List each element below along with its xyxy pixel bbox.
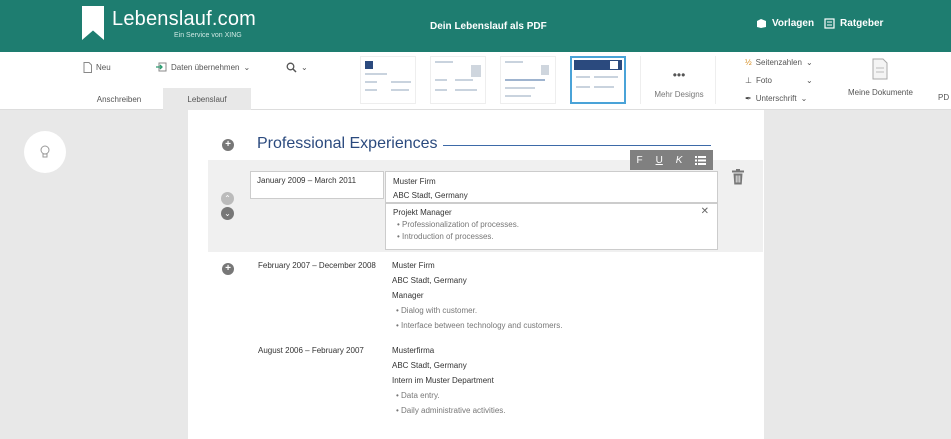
import-icon <box>156 62 167 72</box>
document-icon <box>83 62 92 73</box>
photo-icon: ⊥ <box>745 76 752 85</box>
document-tabs: Anschreiben Lebenslauf <box>75 88 251 110</box>
tips-button[interactable] <box>24 131 66 173</box>
entry-location: ABC Stadt, Germany <box>392 276 467 285</box>
template-thumbnail-1[interactable] <box>360 56 416 104</box>
entry-company: Muster Firm <box>393 177 436 186</box>
photo-dropdown[interactable]: ⊥ Foto ⌄ <box>745 76 813 85</box>
pdf-button[interactable]: PD <box>938 93 949 102</box>
signature-dropdown[interactable]: ✒ Unterschrift ⌄ <box>745 94 807 103</box>
page-numbers-label: Seitenzahlen <box>755 58 802 67</box>
entry-role: Manager <box>392 291 424 300</box>
entry-role: Intern im Muster Department <box>392 376 494 385</box>
entry-bullet: • Daily administrative activities. <box>396 406 506 415</box>
import-data-dropdown[interactable]: Daten übernehmen ⌄ <box>156 62 250 72</box>
pdf-label: PD <box>938 93 950 102</box>
entry-role-field[interactable]: Projekt Manager • Professionalization of… <box>385 203 718 250</box>
chevron-down-icon: ⌄ <box>805 76 813 85</box>
entry-location: ABC Stadt, Germany <box>392 361 467 370</box>
my-documents-button[interactable]: Meine Dokumente <box>848 58 913 97</box>
list-icon[interactable] <box>695 155 707 165</box>
logo-text: Lebenslauf.com <box>112 8 257 30</box>
signature-label: Unterschrift <box>755 94 797 103</box>
header-title: Dein Lebenslauf als PDF <box>430 21 547 32</box>
tab-lebenslauf[interactable]: Lebenslauf <box>163 88 251 110</box>
zoom-icon <box>286 62 297 73</box>
chevron-up-icon: ⌃ <box>224 194 231 203</box>
lightbulb-icon <box>40 145 50 158</box>
nav-ratgeber-label: Ratgeber <box>840 18 884 29</box>
entry-body[interactable]: Muster Firm ABC Stadt, Germany Manager •… <box>392 258 712 333</box>
entry-bullet: • Data entry. <box>396 391 440 400</box>
underline-button[interactable]: U <box>656 155 663 166</box>
move-up-button[interactable]: ⌃ <box>221 192 234 205</box>
header-nav: Vorlagen Ratgeber <box>756 18 883 29</box>
template-thumbnail-4-selected[interactable] <box>570 56 626 104</box>
section-title[interactable]: Professional Experiences <box>257 135 438 153</box>
entry-location: ABC Stadt, Germany <box>393 191 468 200</box>
new-label: Neu <box>96 63 111 72</box>
entry-date[interactable]: February 2007 – December 2008 <box>258 258 383 273</box>
page-numbers-dropdown[interactable]: ½ Seitenzahlen ⌄ <box>745 58 813 67</box>
bold-button[interactable]: F <box>636 155 642 166</box>
import-label: Daten übernehmen <box>171 62 240 72</box>
my-documents-label: Meine Dokumente <box>848 88 913 97</box>
my-documents-icon <box>872 58 888 80</box>
entry-company: Muster Firm <box>392 261 435 270</box>
entry-role: Projekt Manager <box>393 208 452 217</box>
more-designs-button[interactable]: ••• Mehr Designs <box>640 56 716 104</box>
entry-date[interactable]: August 2006 – February 2007 <box>258 343 383 358</box>
entry-bullet: • Dialog with customer. <box>396 306 478 315</box>
chevron-down-icon: ⌄ <box>243 62 251 72</box>
template-thumbnail-3[interactable] <box>500 56 556 104</box>
close-icon[interactable]: ✕ <box>701 206 709 218</box>
new-button[interactable]: Neu <box>83 62 111 73</box>
format-toolbar: F U K <box>630 150 713 170</box>
entry-company-field[interactable]: Muster Firm ABC Stadt, Germany <box>385 171 718 203</box>
section-title-rule <box>443 145 711 146</box>
entry-bullet: • Introduction of processes. <box>397 232 494 241</box>
more-designs-label: Mehr Designs <box>654 90 704 99</box>
photo-label: Foto <box>755 76 772 85</box>
nav-vorlagen-label: Vorlagen <box>772 18 815 29</box>
chevron-down-icon: ⌄ <box>800 94 808 103</box>
chevron-down-icon: ⌄ <box>805 58 813 67</box>
entry-bullet: • Professionalization of processes. <box>397 220 519 229</box>
entry-body[interactable]: Musterfirma ABC Stadt, Germany Intern im… <box>392 343 712 418</box>
add-entry-button[interactable]: + <box>222 263 234 275</box>
trash-icon[interactable] <box>732 169 744 185</box>
logo-subtitle: Ein Service von XING <box>174 32 242 39</box>
template-thumbnail-2[interactable] <box>430 56 486 104</box>
more-dots-icon: ••• <box>672 68 686 82</box>
signature-pen-icon: ✒ <box>745 94 752 103</box>
zoom-dropdown[interactable]: ⌄ <box>286 62 308 73</box>
templates-icon <box>757 19 766 28</box>
tab-anschreiben[interactable]: Anschreiben <box>75 88 163 110</box>
move-down-button[interactable]: ⌄ <box>221 207 234 220</box>
top-header: Lebenslauf.com Ein Service von XING Dein… <box>0 0 951 52</box>
chevron-down-icon: ⌄ <box>301 63 308 72</box>
nav-vorlagen[interactable]: Vorlagen <box>756 18 814 29</box>
guide-icon <box>824 18 835 29</box>
add-section-button[interactable]: + <box>222 139 234 151</box>
entry-company: Musterfirma <box>392 346 435 355</box>
logo-bookmark-icon <box>82 6 104 40</box>
chevron-down-icon: ⌄ <box>224 209 231 218</box>
entry-date-field[interactable]: January 2009 – March 2011 <box>250 171 384 199</box>
nav-ratgeber[interactable]: Ratgeber <box>824 18 883 29</box>
italic-button[interactable]: K <box>676 155 683 166</box>
page-numbers-icon: ½ <box>745 58 752 67</box>
entry-bullet: • Interface between technology and custo… <box>396 321 563 330</box>
